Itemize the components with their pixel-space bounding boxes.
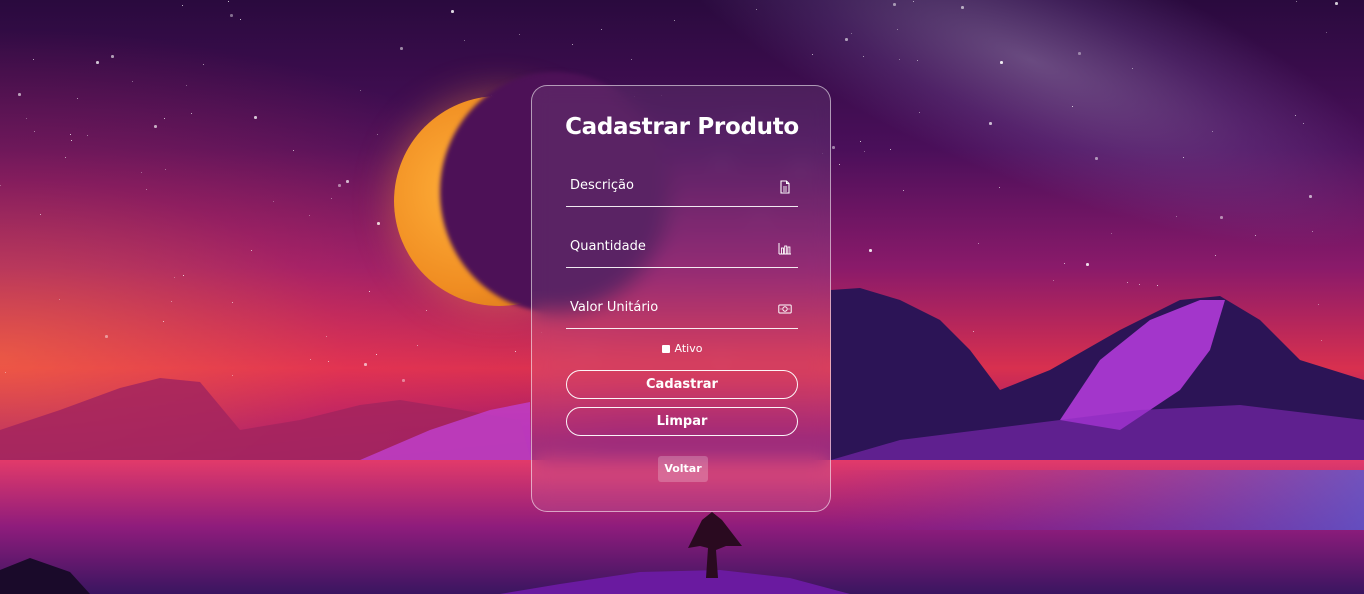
- document-icon: [780, 180, 790, 194]
- quantity-label: Quantidade: [570, 239, 646, 254]
- active-checkbox-label: Ativo: [674, 342, 703, 355]
- quantity-field[interactable]: Quantidade: [566, 235, 798, 268]
- active-checkbox[interactable]: [661, 345, 670, 353]
- money-icon: [778, 304, 792, 314]
- active-checkbox-row[interactable]: Ativo: [532, 342, 832, 355]
- bar-chart-icon: [778, 243, 791, 255]
- register-product-card: Cadastrar Produto Descrição Quantidade V…: [531, 85, 831, 512]
- lake-reflection: [831, 470, 1364, 530]
- back-button[interactable]: Voltar: [658, 456, 708, 482]
- unit-value-field[interactable]: Valor Unitário: [566, 296, 798, 329]
- description-label: Descrição: [570, 178, 634, 193]
- clear-button[interactable]: Limpar: [566, 407, 798, 436]
- background-scene: Cadastrar Produto Descrição Quantidade V…: [0, 0, 1364, 594]
- unit-value-label: Valor Unitário: [570, 300, 659, 315]
- form-title: Cadastrar Produto: [565, 114, 799, 140]
- description-field[interactable]: Descrição: [566, 174, 798, 207]
- register-button[interactable]: Cadastrar: [566, 370, 798, 399]
